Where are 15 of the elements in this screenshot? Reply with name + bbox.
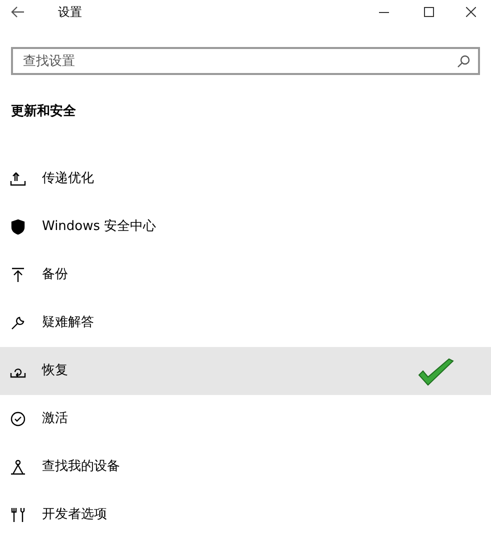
tools-icon xyxy=(10,506,26,522)
person-icon xyxy=(10,458,26,474)
section-title: 更新和安全 xyxy=(11,102,77,121)
check-circle-icon xyxy=(10,410,26,426)
nav-item[interactable]: 恢复 xyxy=(0,346,491,394)
wrench-icon xyxy=(10,314,26,330)
window-title: 设置 xyxy=(58,4,82,21)
maximize-icon xyxy=(424,7,434,17)
search-field[interactable]: 查找设置 xyxy=(11,47,480,75)
search-icon xyxy=(457,55,470,68)
shield-icon xyxy=(10,218,26,234)
up-arrow-icon xyxy=(10,266,26,282)
back-arrow-icon xyxy=(11,6,25,18)
upload-tray-icon xyxy=(10,170,26,186)
close-icon xyxy=(466,7,476,17)
